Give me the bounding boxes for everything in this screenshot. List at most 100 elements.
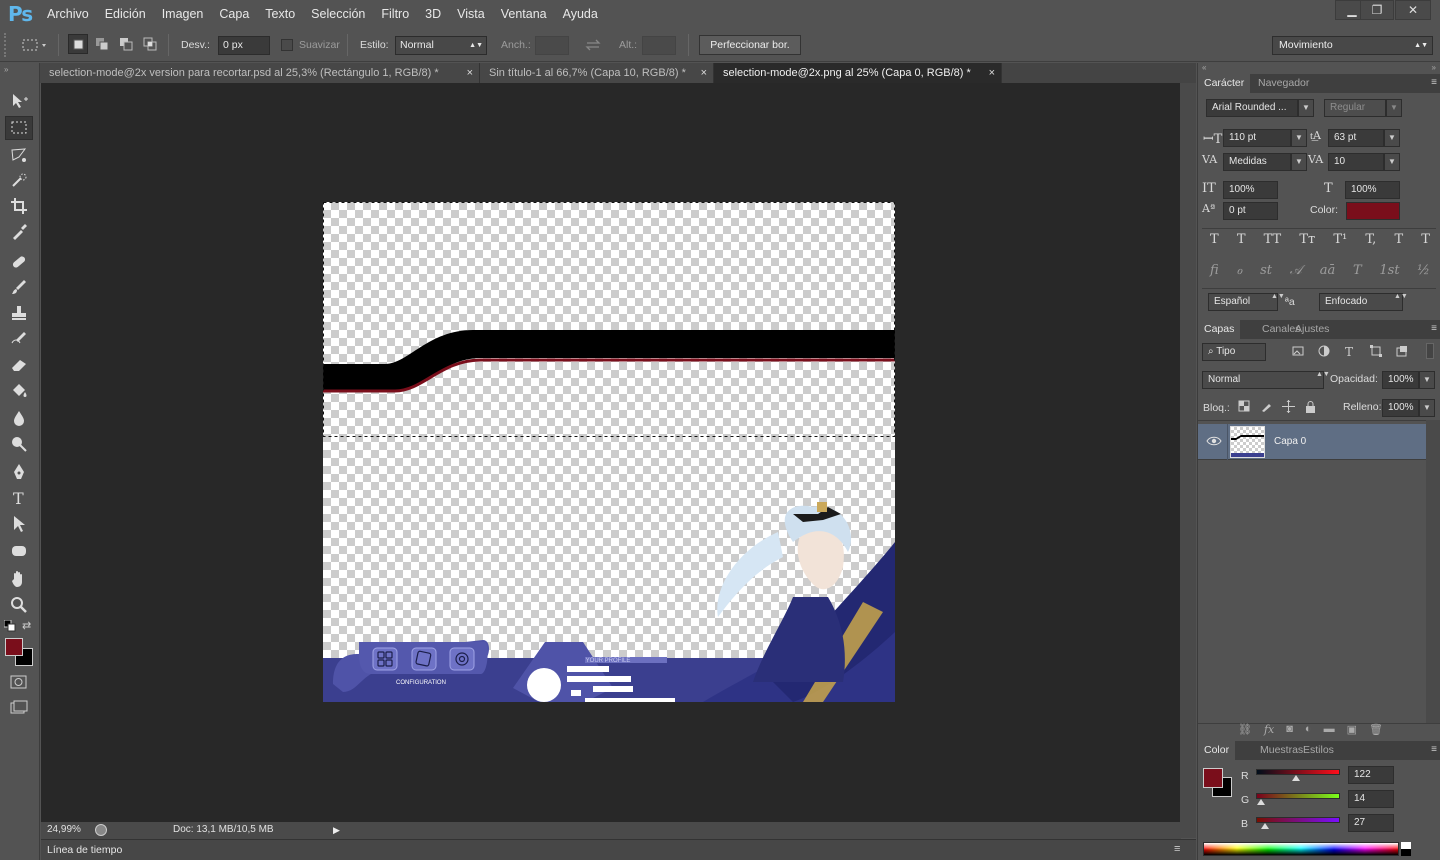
vertical-scale-input[interactable]: 100%: [1223, 181, 1278, 199]
workspace-select[interactable]: Movimiento ▲▼: [1272, 36, 1433, 55]
grip-handle[interactable]: [4, 33, 9, 57]
move-tool-icon[interactable]: [5, 89, 33, 113]
new-layer-icon[interactable]: ▣: [1347, 723, 1357, 736]
image-filter-icon[interactable]: [1292, 345, 1304, 357]
opentype-button[interactable]: ½: [1417, 263, 1430, 283]
eye-icon[interactable]: [1206, 435, 1222, 447]
link-icon[interactable]: ⛓: [1238, 723, 1252, 736]
opentype-button[interactable]: fi: [1210, 263, 1219, 283]
refine-edge-button[interactable]: Perfeccionar bor.: [699, 35, 801, 55]
zoom-tool-icon[interactable]: [5, 593, 33, 617]
add-selection-icon[interactable]: [93, 34, 113, 54]
tracking-input[interactable]: 10: [1328, 153, 1384, 171]
channel-value[interactable]: 14: [1348, 790, 1394, 808]
slider-thumb[interactable]: [1292, 775, 1300, 781]
layers-scrollbar[interactable]: [1426, 420, 1440, 723]
menu-0[interactable]: Archivo: [47, 0, 89, 28]
channel-value[interactable]: 122: [1348, 766, 1394, 784]
new-selection-icon[interactable]: [68, 34, 88, 54]
lock-transparency-icon[interactable]: [1238, 400, 1251, 413]
layer-filter-select[interactable]: ⌕ Tipo: [1202, 343, 1266, 361]
chevron-down-icon[interactable]: ▼: [1291, 153, 1307, 171]
tab-styles[interactable]: Estilos: [1297, 741, 1340, 760]
adjustment-filter-icon[interactable]: [1318, 345, 1330, 357]
hand-tool-icon[interactable]: [5, 567, 33, 591]
subtract-selection-icon[interactable]: [117, 34, 137, 54]
fill-input[interactable]: 100%: [1382, 399, 1419, 417]
panel-menu-icon[interactable]: ≡: [1431, 744, 1437, 755]
color-panel-foreground[interactable]: [1203, 768, 1223, 788]
shape-filter-icon[interactable]: [1370, 345, 1382, 357]
opentype-button[interactable]: ℴ: [1236, 263, 1242, 283]
height-input[interactable]: [642, 36, 676, 55]
font-family-select[interactable]: Arial Rounded ...: [1206, 99, 1298, 117]
baseline-shift-input[interactable]: 0 pt: [1223, 202, 1278, 220]
swap-icon[interactable]: [583, 36, 603, 54]
collapse-icon[interactable]: »: [4, 65, 8, 74]
lock-position-icon[interactable]: [1282, 400, 1295, 413]
collapse-icon[interactable]: «: [1202, 63, 1206, 72]
tab-color[interactable]: Color: [1198, 741, 1236, 760]
language-select[interactable]: Español: [1208, 293, 1278, 311]
tab-adjustments[interactable]: Ajustes: [1289, 320, 1335, 339]
filter-toggle[interactable]: [1426, 343, 1434, 359]
menu-10[interactable]: Ayuda: [563, 0, 598, 28]
chevron-down-icon[interactable]: ▼: [1298, 99, 1314, 117]
healing-tool-icon[interactable]: [5, 249, 33, 273]
quick-mask-icon[interactable]: [5, 670, 33, 694]
shape-tool-icon[interactable]: [5, 539, 33, 563]
quick-select-tool-icon[interactable]: [5, 169, 33, 193]
panel-menu-icon[interactable]: ≡: [1431, 77, 1437, 88]
menu-1[interactable]: Edición: [105, 0, 146, 28]
opentype-button[interactable]: T: [1353, 263, 1362, 283]
lock-pixels-icon[interactable]: [1260, 400, 1273, 413]
eyedropper-tool-icon[interactable]: [5, 220, 33, 244]
path-select-tool-icon[interactable]: [5, 512, 33, 536]
adjustment-icon[interactable]: ◐: [1305, 723, 1312, 736]
font-size-input[interactable]: 110 pt: [1223, 129, 1291, 147]
brush-tool-icon[interactable]: [5, 275, 33, 299]
font-style-button[interactable]: T: [1237, 232, 1246, 252]
type-filter-icon[interactable]: T: [1344, 345, 1356, 357]
chevron-down-icon[interactable]: ▼: [1419, 371, 1435, 389]
blend-mode-select[interactable]: Normal: [1202, 371, 1324, 389]
text-color-swatch[interactable]: [1346, 202, 1400, 220]
chevron-down-icon[interactable]: ▼: [1384, 153, 1400, 171]
menu-8[interactable]: Vista: [457, 0, 485, 28]
crop-tool-icon[interactable]: [5, 194, 33, 218]
document-tab[interactable]: selection-mode@2x version para recortar.…: [40, 63, 480, 83]
marquee-tool-icon[interactable]: [5, 116, 33, 140]
mask-icon[interactable]: ◙: [1286, 723, 1293, 736]
menu-5[interactable]: Selección: [311, 0, 365, 28]
eraser-tool-icon[interactable]: [5, 353, 33, 377]
opentype-button[interactable]: 1st: [1379, 263, 1399, 283]
close-tab-icon[interactable]: ×: [989, 63, 995, 83]
blur-tool-icon[interactable]: [5, 406, 33, 430]
restore-button[interactable]: ❐: [1360, 0, 1394, 20]
dodge-tool-icon[interactable]: [5, 432, 33, 456]
fx-icon[interactable]: fx: [1264, 723, 1274, 736]
collapse-icon[interactable]: »: [1432, 63, 1436, 72]
timeline-panel[interactable]: Línea de tiempo ≡: [41, 839, 1196, 860]
paint-bucket-tool-icon[interactable]: [5, 379, 33, 403]
tab-navigator[interactable]: Navegador: [1252, 74, 1315, 93]
menu-3[interactable]: Capa: [219, 0, 249, 28]
menu-4[interactable]: Texto: [265, 0, 295, 28]
foreground-color[interactable]: [5, 638, 23, 656]
leading-input[interactable]: 63 pt: [1328, 129, 1384, 147]
layer-row[interactable]: Capa 0: [1198, 424, 1426, 460]
menu-9[interactable]: Ventana: [501, 0, 547, 28]
chevron-down-icon[interactable]: ▼: [1419, 399, 1435, 417]
panel-menu-icon[interactable]: ≡: [1431, 323, 1437, 334]
font-style-button[interactable]: T: [1394, 232, 1403, 252]
type-tool-icon[interactable]: T: [5, 486, 33, 510]
lock-all-icon[interactable]: [1304, 400, 1317, 413]
opentype-button[interactable]: aā: [1320, 263, 1336, 283]
swap-colors-icon[interactable]: ⇄: [22, 619, 34, 632]
font-style-button[interactable]: T,: [1365, 232, 1376, 252]
document-canvas[interactable]: CONFIGURATION YOUR PROFILE: [323, 202, 895, 702]
history-brush-tool-icon[interactable]: [5, 327, 33, 351]
channel-value[interactable]: 27: [1348, 814, 1394, 832]
menu-6[interactable]: Filtro: [381, 0, 409, 28]
width-input[interactable]: [535, 36, 569, 55]
